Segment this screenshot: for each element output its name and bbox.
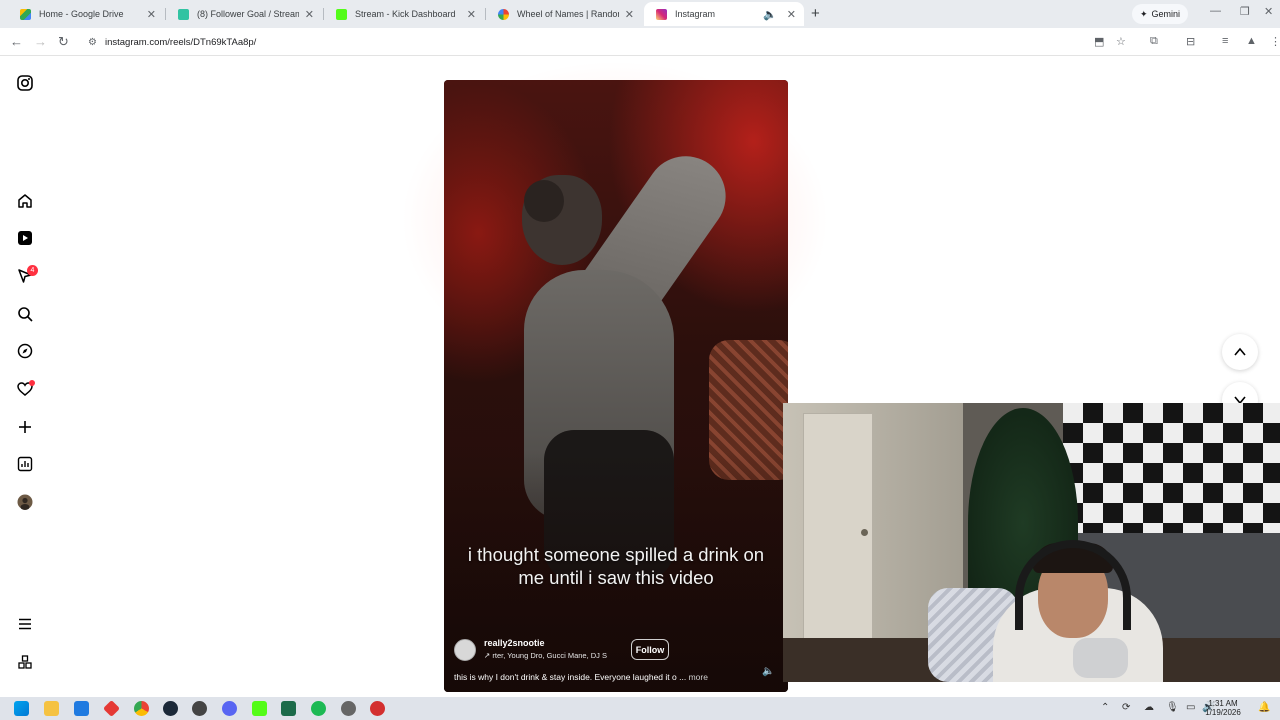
webcam-door-knob bbox=[861, 529, 868, 536]
close-icon[interactable]: ✕ bbox=[467, 8, 476, 21]
notification-bell-icon[interactable]: 🔔 bbox=[1258, 702, 1270, 713]
more-link[interactable]: more bbox=[689, 672, 708, 682]
spotify-icon[interactable] bbox=[311, 701, 326, 716]
tray-chevron-up-icon[interactable]: ⌃ bbox=[1101, 702, 1109, 713]
reel-video[interactable]: i thought someone spilled a drink on me … bbox=[444, 80, 788, 692]
back-arrow-icon[interactable]: ← bbox=[10, 34, 23, 49]
close-icon[interactable]: ✕ bbox=[625, 8, 634, 21]
close-icon[interactable]: ✕ bbox=[787, 8, 796, 21]
speaker-icon[interactable]: 🔈 bbox=[763, 8, 777, 21]
tab-label: (8) Follower Goal / Streamlabs bbox=[197, 9, 299, 19]
tab-wheel-of-names[interactable]: Wheel of Names | Random nam ✕ bbox=[486, 2, 642, 26]
menu-kebab-icon[interactable]: ⋮ bbox=[1270, 35, 1280, 48]
gemini-label: Gemini bbox=[1151, 9, 1181, 19]
app-diamond-icon[interactable] bbox=[103, 700, 120, 717]
previous-reel-button[interactable] bbox=[1222, 334, 1258, 370]
home-icon[interactable] bbox=[16, 192, 33, 209]
reel-figure-hair bbox=[524, 180, 564, 222]
file-explorer-icon[interactable] bbox=[44, 701, 59, 716]
browser-tabstrip: Home - Google Drive ✕ (8) Follower Goal … bbox=[0, 0, 1280, 28]
tab-label: Wheel of Names | Random nam bbox=[517, 9, 619, 19]
audio-track-text: rter, Young Dro, Gucci Mane, DJ S bbox=[492, 651, 608, 660]
gemini-button[interactable]: ✦ Gemini bbox=[1132, 4, 1189, 24]
more-menu-icon[interactable] bbox=[16, 615, 33, 632]
profile-icon[interactable]: ▲ bbox=[1246, 35, 1257, 47]
instagram-favicon bbox=[656, 8, 667, 20]
tab-label: Instagram bbox=[675, 9, 716, 19]
tray-cloud-icon[interactable]: ☁ bbox=[1144, 702, 1154, 713]
follow-button[interactable]: Follow bbox=[631, 639, 669, 660]
webcam-microphone bbox=[1073, 638, 1128, 678]
create-plus-icon[interactable] bbox=[16, 418, 33, 435]
streamer-webcam-overlay bbox=[783, 403, 1280, 682]
chevron-up-icon bbox=[1234, 347, 1246, 356]
steam-icon[interactable] bbox=[163, 701, 178, 716]
windows-taskbar: ⌃ ⟳ ☁ 🎙 ▭ 🔊 1:31 AM 1/19/2026 🔔 bbox=[0, 697, 1280, 720]
google-drive-favicon bbox=[20, 8, 31, 20]
kick-favicon bbox=[336, 8, 347, 20]
reload-icon[interactable]: ↻ bbox=[58, 34, 69, 50]
close-icon[interactable]: ✕ bbox=[147, 8, 156, 21]
terminal-icon[interactable] bbox=[281, 701, 296, 716]
clock-date: 1/19/2026 bbox=[1205, 708, 1241, 717]
webcam-door bbox=[803, 413, 873, 663]
reels-icon[interactable] bbox=[16, 229, 33, 246]
creator-avatar[interactable] bbox=[454, 639, 476, 661]
discord-icon[interactable] bbox=[222, 701, 237, 716]
browser-toolbar: ← → ↻ ⚙ instagram.com/reels/DTn69kTAa8p/… bbox=[0, 28, 1280, 56]
reel-description: this is why I don't drink & stay inside.… bbox=[454, 672, 708, 682]
messages-count-badge: 4 bbox=[27, 265, 38, 276]
audio-toggle-icon[interactable]: 🔈 bbox=[762, 666, 774, 677]
site-settings-icon[interactable]: ⚙ bbox=[88, 37, 97, 48]
minimize-icon[interactable]: — bbox=[1210, 5, 1221, 17]
notification-dot bbox=[29, 380, 35, 386]
streamlabs-favicon bbox=[178, 8, 189, 20]
dashboard-chart-icon[interactable] bbox=[16, 455, 33, 472]
kick-app-icon[interactable] bbox=[252, 701, 267, 716]
tab-instagram[interactable]: Instagram 🔈 ✕ bbox=[644, 2, 804, 26]
address-bar[interactable]: ⚙ instagram.com/reels/DTn69kTAa8p/ bbox=[80, 31, 1140, 53]
instagram-logo-icon[interactable] bbox=[16, 74, 33, 91]
creator-username[interactable]: really2snootie bbox=[484, 638, 545, 648]
tray-monitor-icon[interactable]: ▭ bbox=[1186, 702, 1195, 713]
profile-avatar[interactable] bbox=[16, 493, 33, 510]
tab-streamlabs[interactable]: (8) Follower Goal / Streamlabs ✕ bbox=[166, 2, 322, 26]
windows-start-icon[interactable] bbox=[14, 701, 29, 716]
extensions-icon[interactable]: ⧉ bbox=[1150, 35, 1158, 48]
search-icon[interactable] bbox=[16, 305, 33, 322]
url-text: instagram.com/reels/DTn69kTAa8p/ bbox=[104, 36, 257, 48]
wheel-of-names-favicon bbox=[498, 8, 509, 20]
tab-search-icon[interactable]: ⊟ bbox=[1186, 35, 1195, 48]
taskbar-clock[interactable]: 1:31 AM 1/19/2026 bbox=[1196, 699, 1250, 717]
app-circle-icon[interactable] bbox=[341, 701, 356, 716]
obs-icon[interactable] bbox=[192, 701, 207, 716]
store-icon[interactable] bbox=[74, 701, 89, 716]
gemini-sparkle-icon: ✦ bbox=[1140, 8, 1148, 19]
tab-google-drive[interactable]: Home - Google Drive ✕ bbox=[8, 2, 164, 26]
also-from-meta-icon[interactable] bbox=[16, 653, 33, 670]
reel-overlay-text: i thought someone spilled a drink on me … bbox=[467, 544, 765, 588]
tray-refresh-icon[interactable]: ⟳ bbox=[1122, 702, 1130, 713]
webcam-checkered-wall bbox=[1063, 403, 1280, 553]
bookmark-star-icon[interactable]: ☆ bbox=[1116, 35, 1126, 48]
reel-audio-info[interactable]: ↗ rter, Young Dro, Gucci Mane, DJ S bbox=[484, 651, 619, 660]
clock-time: 1:31 AM bbox=[1208, 699, 1238, 708]
close-icon[interactable]: ✕ bbox=[305, 8, 314, 21]
tab-label: Stream - Kick Dashboard bbox=[355, 9, 456, 19]
reading-list-icon[interactable]: ≡ bbox=[1222, 35, 1228, 47]
explore-compass-icon[interactable] bbox=[16, 342, 33, 359]
reel-description-text: this is why I don't drink & stay inside.… bbox=[454, 672, 687, 682]
new-tab-button[interactable]: + bbox=[811, 5, 820, 22]
app-red-icon[interactable] bbox=[370, 701, 385, 716]
tab-label: Home - Google Drive bbox=[39, 9, 124, 19]
maximize-icon[interactable]: ❐ bbox=[1240, 5, 1250, 18]
forward-arrow-icon[interactable]: → bbox=[34, 34, 47, 49]
tray-microphone-icon[interactable]: 🎙 bbox=[1166, 702, 1179, 713]
install-app-icon[interactable]: ⬒ bbox=[1094, 35, 1104, 48]
window-close-icon[interactable]: ✕ bbox=[1264, 5, 1273, 18]
tab-kick-dashboard[interactable]: Stream - Kick Dashboard ✕ bbox=[324, 2, 484, 26]
chrome-icon[interactable] bbox=[134, 701, 149, 716]
